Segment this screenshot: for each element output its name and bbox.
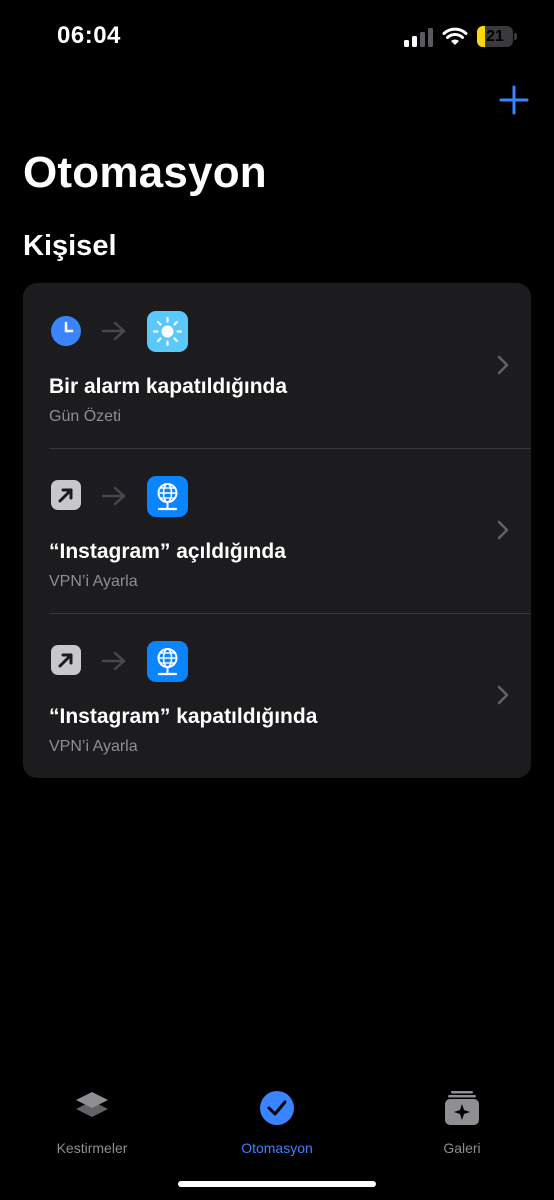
automation-action: VPN’i Ayarla (49, 573, 138, 590)
tab-otomasyon[interactable]: Otomasyon (207, 1088, 347, 1158)
automation-icons (51, 311, 191, 352)
page-title: Otomasyon (23, 148, 267, 197)
automation-action: Gün Özeti (49, 408, 122, 425)
tab-label: Otomasyon (241, 1140, 313, 1156)
status-time: 06:04 (57, 22, 121, 49)
clock-icon (51, 316, 81, 346)
automation-icons (51, 641, 191, 682)
home-indicator (178, 1181, 376, 1187)
layers-icon (76, 1092, 108, 1117)
tab-label: Galeri (443, 1140, 481, 1156)
clock-check-icon (260, 1091, 294, 1125)
arrow-right-icon (101, 486, 126, 506)
app-open-arrow-icon (51, 645, 81, 675)
automation-row-alarm[interactable]: Bir alarm kapatıldığında Gün Özeti (23, 283, 531, 448)
automation-title: “Instagram” kapatıldığında (49, 705, 318, 728)
tab-kestirmeler[interactable]: Kestirmeler (22, 1088, 162, 1158)
vpn-globe-icon (147, 476, 188, 517)
chevron-right-icon (497, 520, 509, 540)
gallery-sparkle-icon (445, 1091, 479, 1125)
battery-label: 21 (486, 28, 504, 45)
add-automation-button[interactable] (498, 84, 530, 116)
tab-galeri[interactable]: Galeri (392, 1088, 532, 1158)
cellular-signal-icon (404, 28, 433, 47)
arrow-right-icon (101, 651, 126, 671)
wifi-icon (442, 27, 468, 45)
vpn-globe-icon (147, 641, 188, 682)
automation-row-instagram-close[interactable]: “Instagram” kapatıldığında VPN’i Ayarla (23, 613, 531, 778)
tab-label: Kestirmeler (56, 1140, 128, 1156)
status-bar: 06:04 21 (0, 0, 554, 72)
chevron-right-icon (497, 685, 509, 705)
app-open-arrow-icon (51, 480, 81, 510)
automation-list: Bir alarm kapatıldığında Gün Özeti “Inst… (23, 283, 531, 778)
battery-indicator: 21 (477, 26, 517, 47)
automation-title: Bir alarm kapatıldığında (49, 375, 288, 398)
chevron-right-icon (497, 355, 509, 375)
section-title: Kişisel (23, 230, 117, 262)
automation-icons (51, 476, 191, 517)
sun-icon (147, 311, 188, 352)
automation-row-instagram-open[interactable]: “Instagram” açıldığında VPN’i Ayarla (23, 448, 531, 613)
automation-action: VPN’i Ayarla (49, 738, 138, 755)
arrow-right-icon (101, 321, 126, 341)
automation-title: “Instagram” açıldığında (49, 540, 286, 563)
